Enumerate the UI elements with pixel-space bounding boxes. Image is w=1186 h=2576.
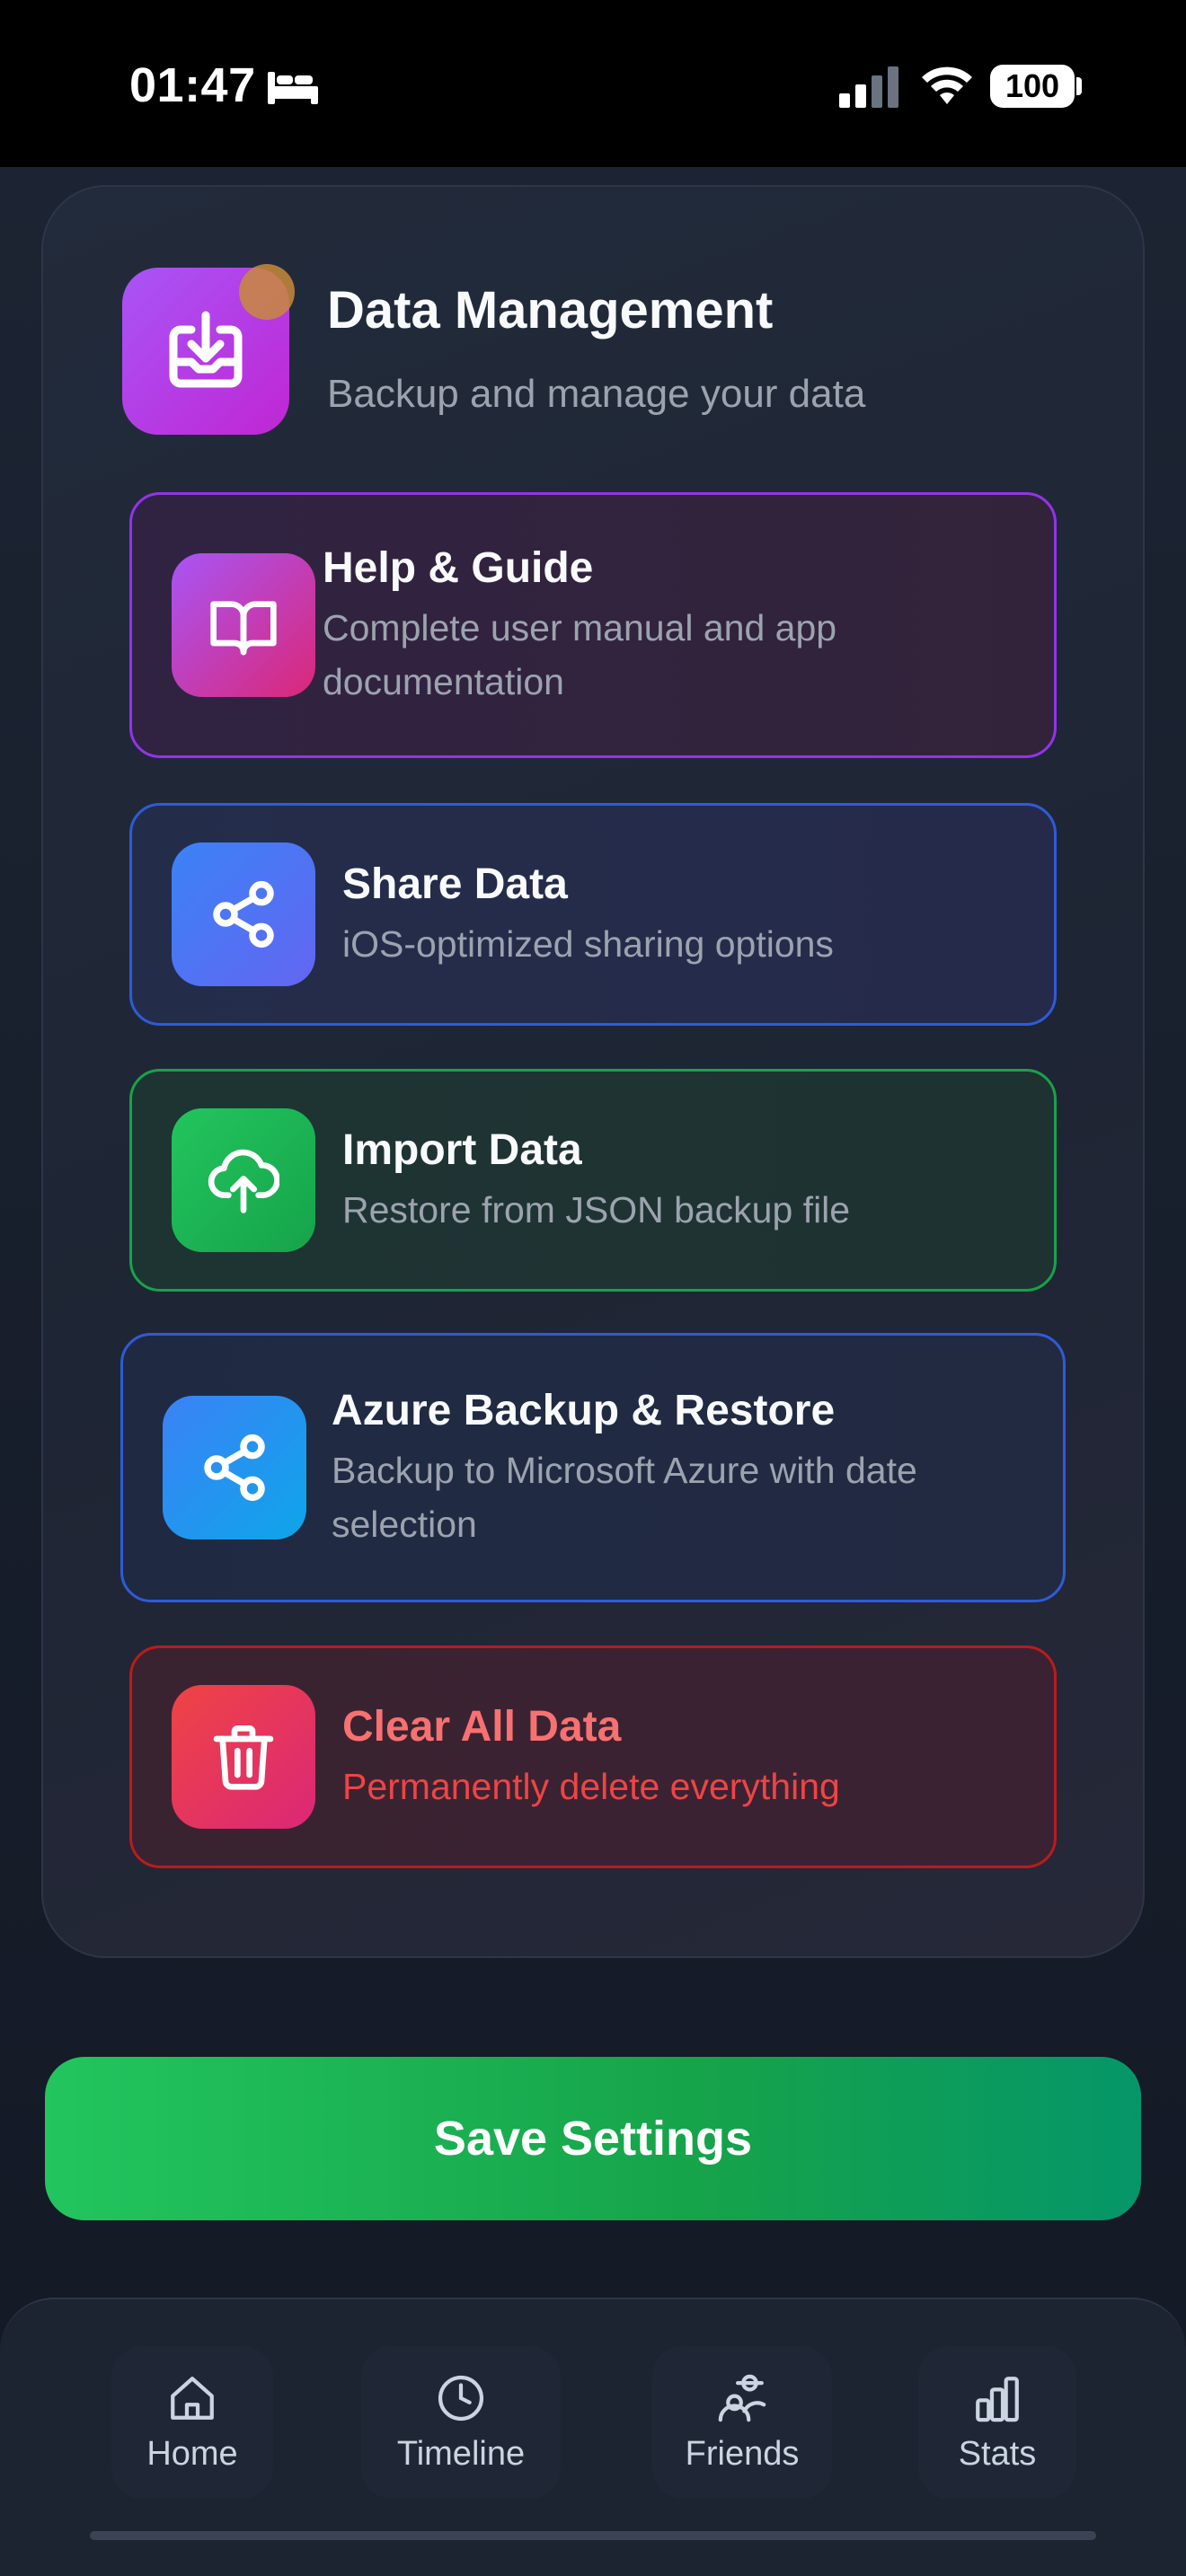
import-data-title: Import Data — [342, 1126, 582, 1174]
cloud-upload-icon — [172, 1108, 315, 1252]
share-data-title: Share Data — [342, 860, 568, 908]
clear-all-data-desc: Permanently delete everything — [342, 1766, 840, 1807]
battery-tip — [1076, 77, 1082, 95]
share-icon — [172, 842, 315, 986]
bed-icon — [268, 72, 318, 104]
notification-dot — [239, 264, 295, 320]
help-guide-title: Help & Guide — [323, 544, 594, 592]
friends-icon — [718, 2374, 766, 2422]
clear-all-data-title: Clear All Data — [342, 1703, 622, 1751]
signal-icon — [839, 66, 898, 108]
share-data-desc: iOS-optimized sharing options — [342, 923, 834, 965]
clear-all-data-button[interactable]: Clear All Data Permanently delete everyt… — [129, 1645, 1057, 1868]
nav-item-timeline[interactable]: Timeline — [361, 2346, 561, 2499]
wifi-icon — [922, 66, 972, 104]
save-settings-button[interactable]: Save Settings — [45, 2057, 1141, 2220]
import-data-button[interactable]: Import Data Restore from JSON backup fil… — [129, 1069, 1057, 1292]
azure-backup-desc: Backup to Microsoft Azure with date sele… — [332, 1450, 917, 1545]
clock-icon — [438, 2375, 484, 2421]
bar-chart-icon — [976, 2376, 1019, 2422]
nav-label-stats: Stats — [958, 2434, 1037, 2473]
trash-icon — [172, 1685, 315, 1829]
home-icon — [171, 2376, 214, 2420]
nav-item-stats[interactable]: Stats — [918, 2346, 1076, 2499]
battery-icon: 100 — [990, 65, 1075, 108]
share-icon — [163, 1396, 306, 1539]
status-bar: 01:47 100 — [0, 0, 1186, 167]
azure-backup-title: Azure Backup & Restore — [332, 1387, 836, 1434]
azure-backup-button[interactable]: Azure Backup & Restore Backup to Microso… — [120, 1333, 1066, 1602]
import-data-desc: Restore from JSON backup file — [342, 1189, 851, 1231]
share-data-button[interactable]: Share Data iOS-optimized sharing options — [129, 803, 1057, 1026]
section-title: Data Management — [327, 281, 774, 340]
help-guide-desc: Complete user manual and app documentati… — [323, 607, 837, 702]
section-subtitle: Backup and manage your data — [327, 372, 866, 416]
nav-label-friends: Friends — [685, 2434, 800, 2473]
nav-label-timeline: Timeline — [396, 2434, 526, 2473]
nav-item-friends[interactable]: Friends — [652, 2346, 832, 2499]
nav-item-home[interactable]: Home — [111, 2346, 273, 2499]
status-time: 01:47 — [129, 58, 256, 112]
book-icon — [172, 553, 315, 697]
home-indicator — [90, 2531, 1096, 2540]
help-guide-button[interactable]: Help & Guide Complete user manual and ap… — [129, 492, 1057, 758]
nav-label-home: Home — [146, 2434, 238, 2473]
